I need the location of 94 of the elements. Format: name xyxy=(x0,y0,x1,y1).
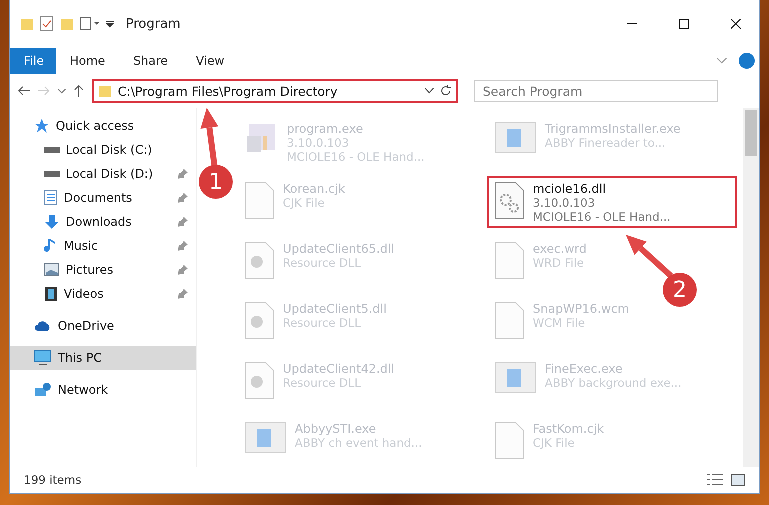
drive-icon xyxy=(44,147,60,153)
pin-icon[interactable] xyxy=(178,241,188,251)
callout-arrow xyxy=(200,108,219,168)
star-icon xyxy=(34,118,50,134)
nav-item[interactable]: Music xyxy=(10,234,196,258)
ribbon-tab[interactable]: Share xyxy=(119,48,182,74)
nav-label: Videos xyxy=(64,287,105,301)
drive-icon xyxy=(44,171,60,177)
nav-item[interactable]: Pictures xyxy=(10,258,196,282)
nav-item[interactable]: Local Disk (C:) xyxy=(10,138,196,162)
file-name: program.exe xyxy=(287,122,364,136)
maximize-icon xyxy=(679,19,689,29)
ribbon-tab[interactable]: Home xyxy=(56,48,120,74)
nav-item[interactable]: Documents xyxy=(10,186,196,210)
up-arrow-icon[interactable] xyxy=(74,85,84,97)
nav-item[interactable]: Downloads xyxy=(10,210,196,234)
callout-arrow xyxy=(626,235,674,278)
pin-icon[interactable] xyxy=(178,169,188,179)
file-name: AbbyySTI.exe xyxy=(295,422,378,436)
ribbon-tab[interactable]: File xyxy=(10,48,56,74)
gear-file-icon xyxy=(245,242,275,280)
blank-file-icon xyxy=(245,182,275,220)
nav-label: Pictures xyxy=(66,263,115,277)
nav-item[interactable]: This PC xyxy=(10,346,196,370)
item-count: 199 items xyxy=(24,473,83,487)
file-name: SnapWP16.wcm xyxy=(533,302,630,316)
download-arrow-icon xyxy=(44,214,60,230)
chevron-down-icon[interactable] xyxy=(425,88,434,94)
blank-file-icon xyxy=(495,422,525,460)
nav-label: Downloads xyxy=(66,215,133,229)
application-icon xyxy=(245,422,287,454)
blank-file-icon xyxy=(495,302,525,340)
nav-label: Quick access xyxy=(56,119,136,133)
folder-icon[interactable] xyxy=(20,17,34,31)
monitor-icon xyxy=(34,350,52,366)
refresh-icon[interactable] xyxy=(440,85,452,97)
nav-label: OneDrive xyxy=(58,319,116,333)
file-name: Korean.cjk xyxy=(283,182,346,196)
music-note-icon xyxy=(44,238,58,254)
network-icon xyxy=(34,382,52,398)
nav-item[interactable]: Network xyxy=(10,378,196,402)
gear-file-icon xyxy=(245,362,275,400)
file-tile[interactable]: mciole16.dll 3.10.0.103 MCIOLE16 - OLE Hand... xyxy=(487,176,737,228)
nav-item[interactable]: Videos xyxy=(10,282,196,306)
pin-icon[interactable] xyxy=(178,289,188,299)
file-name: UpdateClient65.dll xyxy=(283,242,395,256)
nav-label: Music xyxy=(64,239,100,253)
pin-icon[interactable] xyxy=(178,193,188,203)
file-name: UpdateClient5.dll xyxy=(283,302,387,316)
tiles-view-icon[interactable] xyxy=(731,474,745,486)
forward-arrow-icon[interactable] xyxy=(38,86,50,96)
gear-file-icon xyxy=(245,302,275,340)
file-name: FastKom.cjk xyxy=(533,422,604,436)
folder-icon[interactable] xyxy=(60,17,74,31)
file-name: mciole16.dll xyxy=(533,182,608,196)
picture-icon xyxy=(44,263,60,277)
file-name: UpdateClient42.dll xyxy=(283,362,395,376)
ribbon-tab[interactable]: View xyxy=(182,48,239,74)
window-title: Program xyxy=(126,16,182,32)
search-field[interactable]: Search Program xyxy=(474,80,718,102)
details-view-icon[interactable] xyxy=(707,474,723,486)
address-path: C:\Program Files\Program Directory xyxy=(118,84,339,98)
file-detail: 3.10.0.103 xyxy=(533,196,596,210)
file-name: FineExec.exe xyxy=(545,362,624,376)
scrollbar[interactable] xyxy=(743,108,759,467)
cloud-icon xyxy=(34,320,52,332)
file-name: exec.wrd xyxy=(533,242,587,256)
file-detail: MCIOLE16 - OLE Hand... xyxy=(533,210,671,224)
chevron-down-icon[interactable] xyxy=(58,88,66,94)
close-icon xyxy=(731,19,741,29)
dropdown-icon[interactable] xyxy=(106,20,114,28)
nav-item[interactable]: Local Disk (D:) xyxy=(10,162,196,186)
nav-label: This PC xyxy=(58,351,103,365)
application-icon xyxy=(495,362,537,394)
document-icon xyxy=(44,190,58,206)
nav-label: Local Disk (D:) xyxy=(66,167,154,181)
application-icon xyxy=(495,122,537,154)
film-icon xyxy=(44,286,58,302)
nav-item[interactable]: OneDrive xyxy=(10,314,196,338)
nav-label: Network xyxy=(58,383,110,397)
blank-file-icon xyxy=(495,242,525,280)
address-bar[interactable]: C:\Program Files\Program Directory xyxy=(92,79,458,103)
folder-icon xyxy=(98,84,112,98)
properties-icon[interactable] xyxy=(80,17,100,31)
help-icon[interactable] xyxy=(739,53,755,69)
back-arrow-icon[interactable] xyxy=(18,86,30,96)
gear-file-icon xyxy=(495,182,525,220)
checklist-icon[interactable] xyxy=(40,16,54,32)
pin-icon[interactable] xyxy=(178,217,188,227)
nav-item[interactable]: Quick access xyxy=(10,114,196,138)
file-name: TrigrammsInstaller.exe xyxy=(545,122,681,136)
pin-icon[interactable] xyxy=(178,265,188,275)
nav-label: Local Disk (C:) xyxy=(66,143,154,157)
nav-label: Documents xyxy=(64,191,134,205)
